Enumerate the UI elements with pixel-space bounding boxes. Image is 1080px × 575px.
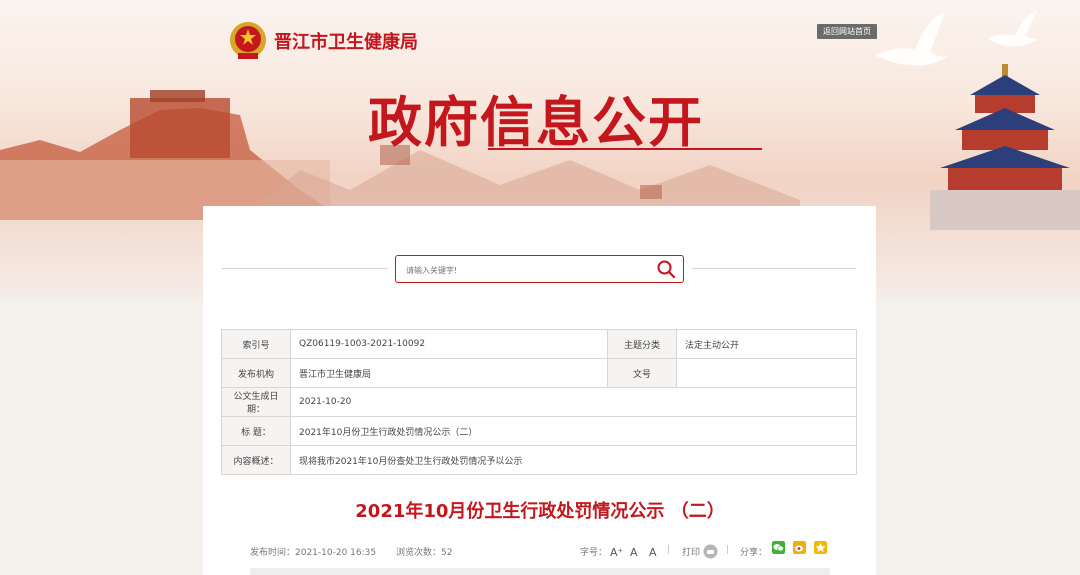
publisher-label: 发布机构 (221, 358, 291, 388)
search-divider-left (222, 268, 388, 269)
dove-illustration (875, 12, 948, 66)
dove-small-illustration (987, 10, 1039, 47)
separator: | (667, 545, 671, 555)
category-value: 法定主动公开 (676, 329, 857, 359)
summary-value: 现将我市2021年10月份查处卫生行政处罚情况予以公示 (290, 445, 857, 475)
docno-value (676, 358, 857, 388)
document-metadata-table: 索引号 QZ06119-1003-2021-10092 主题分类 法定主动公开 … (221, 329, 857, 475)
home-link-button[interactable]: 返回网站首页 (817, 24, 877, 39)
publisher-value: 晋江市卫生健康局 (290, 358, 608, 388)
share-label: 分享： (740, 548, 768, 558)
print-label[interactable]: 打印 (682, 545, 700, 558)
print-icon[interactable] (703, 544, 718, 559)
national-emblem-icon (230, 22, 266, 59)
date-label: 公文生成日期： (221, 387, 291, 417)
index-value: QZ06119-1003-2021-10092 (290, 329, 608, 359)
separator: | (726, 545, 730, 555)
weibo-share-icon[interactable] (793, 541, 806, 554)
view-count: 浏览次数：52 (396, 548, 453, 558)
table-row: 公文生成日期： 2021-10-20 (221, 387, 857, 417)
table-row: 发布机构 晋江市卫生健康局 文号 (221, 358, 857, 388)
banner-title: 政府信息公开 (368, 90, 704, 154)
font-medium-button[interactable]: A (630, 546, 638, 559)
search-icon[interactable] (656, 259, 676, 279)
title-label: 标 题： (221, 416, 291, 446)
qzone-share-icon[interactable] (814, 541, 827, 554)
temple-of-heaven-illustration (930, 64, 1080, 230)
article-title: 2021年10月份卫生行政处罚情况公示 （二） (355, 501, 725, 522)
table-row: 索引号 QZ06119-1003-2021-10092 主题分类 法定主动公开 (221, 329, 857, 359)
date-value: 2021-10-20 (290, 387, 857, 417)
table-row: 标 题： 2021年10月份卫生行政处罚情况公示（二） (221, 416, 857, 446)
title-value: 2021年10月份卫生行政处罚情况公示（二） (290, 416, 857, 446)
font-small-button[interactable]: A (649, 546, 657, 559)
index-label: 索引号 (221, 329, 291, 359)
wechat-share-icon[interactable] (772, 541, 785, 554)
search-box (395, 255, 684, 283)
content-divider-bar (250, 568, 830, 575)
title-underline (488, 148, 762, 150)
summary-label: 内容概述： (221, 445, 291, 475)
category-label: 主题分类 (607, 329, 677, 359)
table-row: 内容概述： 现将我市2021年10月份查处卫生行政处罚情况予以公示 (221, 445, 857, 475)
search-divider-right (692, 268, 856, 269)
font-large-button[interactable]: A⁺ (610, 546, 623, 559)
search-input[interactable] (404, 260, 648, 280)
docno-label: 文号 (607, 358, 677, 388)
site-name[interactable]: 晋江市卫生健康局 (274, 28, 418, 54)
font-size-label: 字号： (580, 548, 608, 558)
publish-time: 发布时间：2021-10-20 16:35 (250, 548, 377, 558)
